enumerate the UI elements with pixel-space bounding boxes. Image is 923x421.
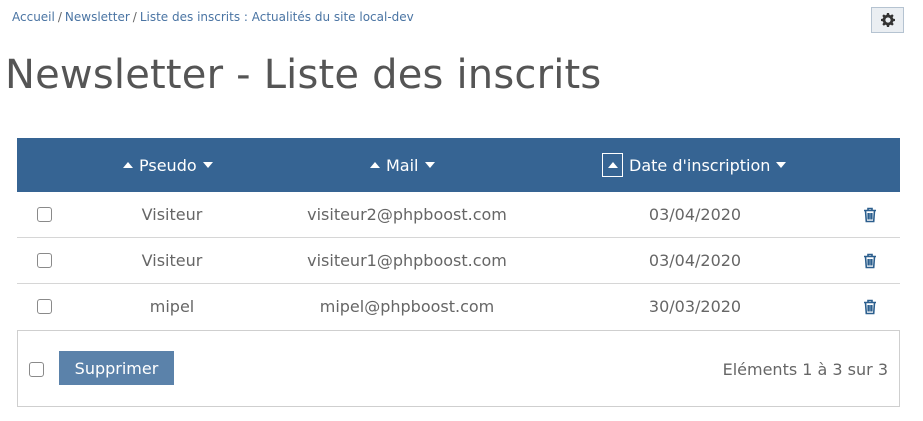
delete-button[interactable]: Supprimer	[59, 351, 174, 385]
sort-asc-active-icon[interactable]	[602, 153, 623, 177]
pseudo-cell: Visiteur	[141, 251, 203, 270]
sort-desc-icon[interactable]	[424, 162, 435, 168]
gear-icon	[880, 13, 895, 27]
sort-desc-icon[interactable]	[202, 162, 213, 168]
sort-asc-icon[interactable]	[123, 162, 133, 168]
pseudo-cell: Visiteur	[141, 205, 203, 224]
breadcrumb-home[interactable]: Accueil	[12, 10, 55, 24]
row-checkbox[interactable]	[37, 299, 52, 314]
date-cell: 03/04/2020	[648, 205, 742, 224]
column-header-date: Date d'inscription	[602, 138, 787, 192]
mail-cell: visiteur1@phpboost.com	[307, 251, 507, 270]
date-cell: 03/04/2020	[648, 251, 742, 270]
column-label-mail: Mail	[386, 155, 419, 175]
trash-icon[interactable]	[863, 253, 877, 269]
column-header-mail: Mail	[370, 138, 435, 192]
row-checkbox[interactable]	[37, 253, 52, 268]
breadcrumb-current[interactable]: Liste des inscrits : Actualités du site …	[140, 10, 414, 24]
sort-asc-icon[interactable]	[370, 162, 380, 168]
subscribers-table: Pseudo Mail Date d'inscription Visiteur …	[17, 138, 900, 407]
table-row: Visiteur visiteur1@phpboost.com 03/04/20…	[17, 238, 900, 284]
table-row: Visiteur visiteur2@phpboost.com 03/04/20…	[17, 192, 900, 238]
trash-icon[interactable]	[863, 299, 877, 315]
trash-icon[interactable]	[863, 207, 877, 223]
select-all-checkbox[interactable]	[29, 362, 44, 377]
column-header-pseudo: Pseudo	[123, 138, 213, 192]
column-label-date: Date d'inscription	[629, 155, 771, 175]
column-label-pseudo: Pseudo	[139, 155, 197, 175]
settings-button[interactable]	[871, 7, 904, 33]
breadcrumb: Accueil / Newsletter / Liste des inscrits : …	[12, 10, 414, 24]
page-title: Newsletter - Liste des inscrits	[5, 52, 602, 98]
breadcrumb-newsletter[interactable]: Newsletter	[65, 10, 130, 24]
table-footer: Supprimer Eléments 1 à 3 sur 3	[17, 330, 900, 407]
breadcrumb-separator: /	[57, 10, 62, 24]
sort-desc-icon[interactable]	[776, 162, 787, 168]
breadcrumb-separator: /	[132, 10, 137, 24]
pagination-info: Eléments 1 à 3 sur 3	[722, 360, 888, 379]
date-cell: 30/03/2020	[648, 297, 742, 316]
table-header: Pseudo Mail Date d'inscription	[17, 138, 900, 192]
table-row: mipel mipel@phpboost.com 30/03/2020	[17, 284, 900, 330]
pseudo-cell: mipel	[149, 297, 195, 316]
mail-cell: visiteur2@phpboost.com	[307, 205, 507, 224]
row-checkbox[interactable]	[37, 207, 52, 222]
mail-cell: mipel@phpboost.com	[319, 297, 495, 316]
